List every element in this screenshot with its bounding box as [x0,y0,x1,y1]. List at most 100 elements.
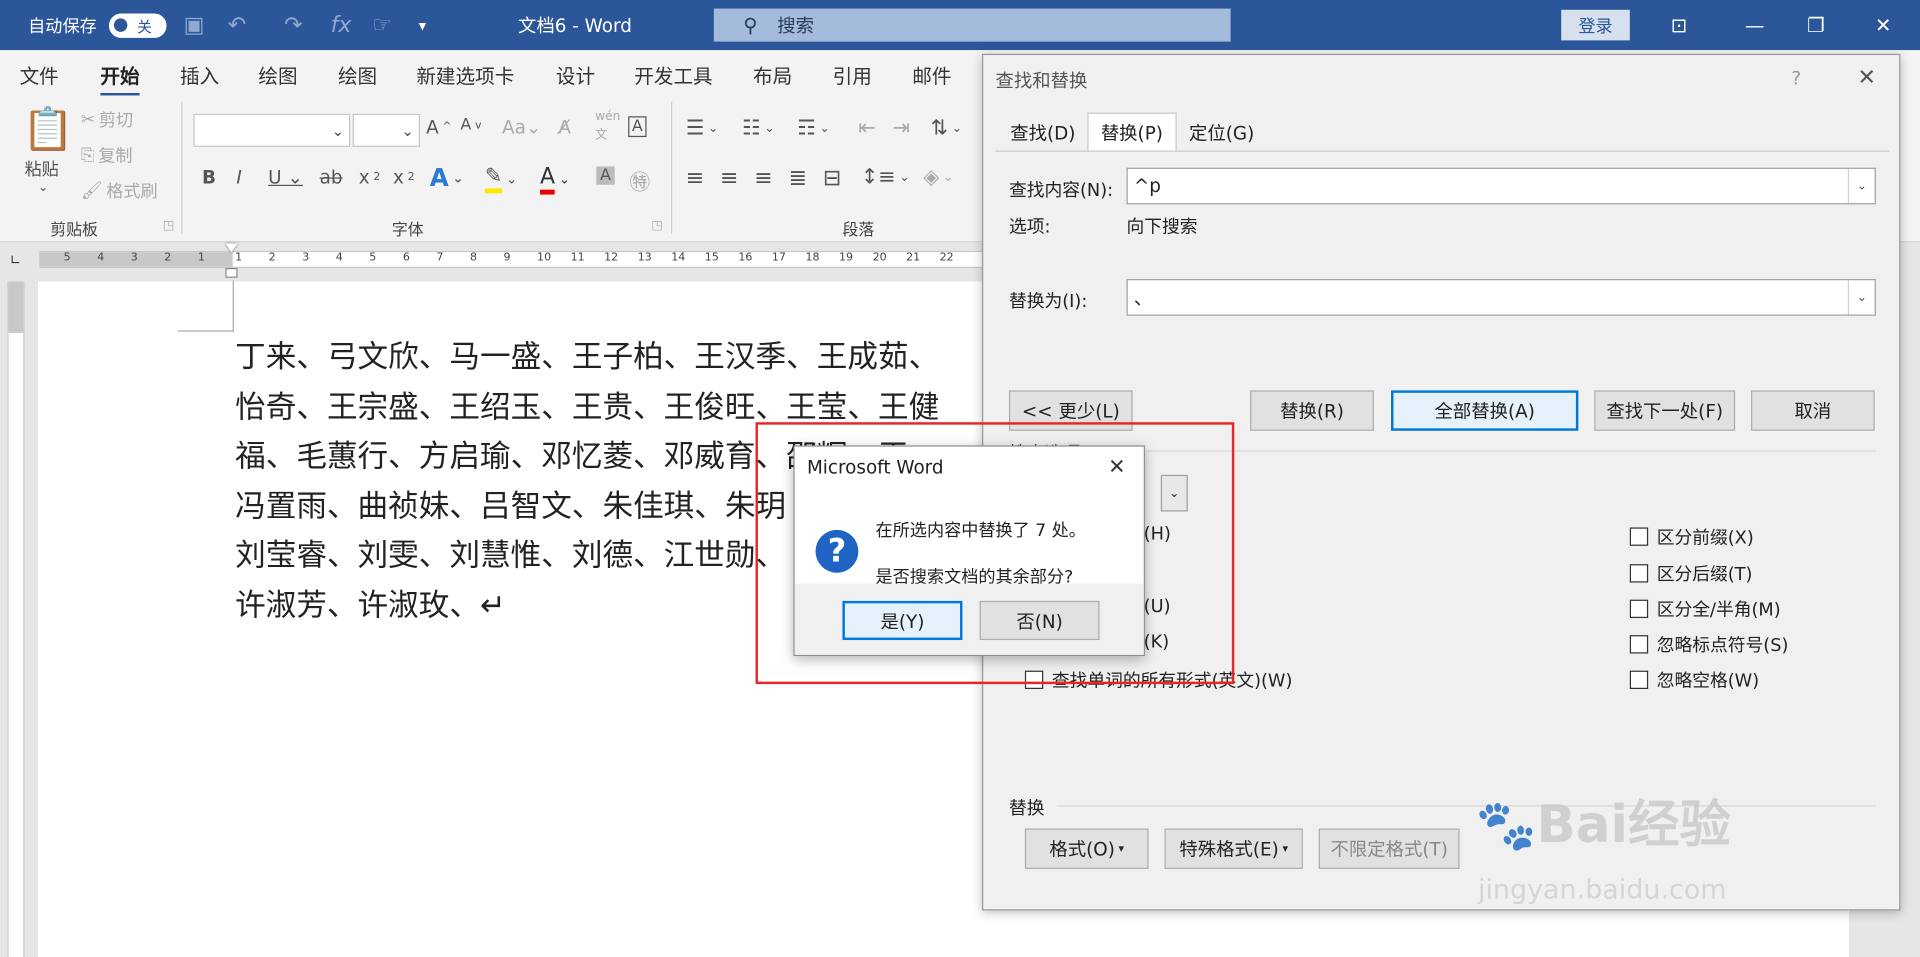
tab-references[interactable]: 引用 [833,60,872,89]
italic-icon[interactable]: I [236,166,241,188]
shrink-font-icon[interactable]: Av [460,116,481,134]
ignore-punctuation-checkbox[interactable]: 忽略标点符号(S) [1629,631,1788,657]
text-effects-icon[interactable]: A ⌄ [430,163,464,192]
bold-icon[interactable]: B [202,166,216,188]
font-launcher-icon[interactable]: ◳ [651,219,663,232]
replace-section-label: 替换 [1008,799,1045,819]
paste-icon[interactable]: 📋 [22,105,74,154]
font-color-icon[interactable]: A ⌄ [540,164,570,195]
vertical-ruler[interactable] [7,281,25,957]
cancel-button[interactable]: 取消 [1751,390,1875,431]
format-painter-button[interactable]: 🖌 格式刷 [81,179,158,203]
clear-format-icon[interactable]: A̸ [558,116,571,138]
superscript-icon[interactable]: x2 [393,166,415,188]
close-icon[interactable]: ✕ [1108,455,1125,479]
tab-file[interactable]: 文件 [20,60,59,89]
change-case-icon[interactable]: Aa⌄ [502,116,541,138]
replace-input[interactable]: 、 ⌄ [1126,279,1876,316]
tab-draw-2[interactable]: 绘图 [338,60,377,89]
restore-icon[interactable]: ❐ [1788,0,1844,50]
tab-replace[interactable]: 替换(P) [1087,112,1177,152]
decrease-indent-icon[interactable]: ⇤ [858,116,875,140]
search-box[interactable]: ⚲ 搜索 [713,8,1231,42]
tab-goto[interactable]: 定位(G) [1177,115,1267,150]
justify-icon[interactable]: ≣ [789,165,807,191]
tab-design[interactable]: 设计 [556,60,595,89]
match-suffix-checkbox[interactable]: 区分后缀(T) [1629,560,1752,586]
char-border-icon[interactable]: A [628,116,647,138]
subscript-icon[interactable]: x2 [359,166,381,188]
highlight-icon[interactable]: ✎ ⌄ [484,164,517,194]
char-shading-icon[interactable]: A [596,166,615,185]
ruler-tick-label: 7 [436,252,444,265]
align-center-icon[interactable]: ≡ [720,165,738,191]
replace-all-button[interactable]: 全部替换(A) [1391,390,1579,431]
horizontal-ruler[interactable]: 5 4 3 2 1 1 2 3 4 5 6 7 8 9 10 11 12 13 14 15 16 17 18 19 20 21 22 [39,250,983,269]
brush-icon: 🖌 [80,181,103,201]
tab-find[interactable]: 查找(D) [998,115,1088,150]
close-icon[interactable]: ✕ [1858,65,1876,91]
tab-draw[interactable]: 绘图 [258,60,297,89]
special-button[interactable]: 特殊格式(E) ▾ [1164,828,1303,869]
minimize-icon[interactable]: — [1727,0,1783,50]
function-icon[interactable]: fx [331,0,352,50]
indent-marker[interactable] [225,243,238,281]
ignore-space-checkbox[interactable]: 忽略空格(W) [1629,667,1759,693]
close-icon[interactable]: ✕ [1855,0,1911,50]
redo-icon[interactable]: ↷ [284,0,302,50]
tab-layout[interactable]: 布局 [753,60,792,89]
sort-icon[interactable]: ⇅ ⌄ [931,116,962,140]
touch-mode-icon[interactable]: ☞ [372,0,392,50]
help-icon[interactable]: ? [1791,67,1801,89]
tab-mailings[interactable]: 邮件 [912,60,951,89]
match-prefix-checkbox[interactable]: 区分前缀(X) [1629,524,1754,550]
login-button[interactable]: 登录 [1561,9,1630,41]
autosave-toggle[interactable]: 关 [108,12,167,38]
no-button[interactable]: 否(N) [979,600,1100,641]
undo-icon[interactable]: ↶ [228,0,246,50]
tab-selector-icon[interactable]: ∟ [10,252,21,268]
clipboard-launcher-icon[interactable]: ◳ [163,219,175,232]
ruler-tick-label: 9 [503,252,511,265]
multilevel-list-icon[interactable]: ☶ ⌄ [797,116,830,140]
paste-dropdown-icon[interactable]: ⌄ [38,181,48,194]
tab-developer[interactable]: 开发工具 [634,60,712,89]
shading-icon[interactable]: ◈ ⌄ [923,165,953,189]
tab-home[interactable]: 开始 [100,60,140,97]
message-box: Microsoft Word ✕ ? 在所选内容中替换了 7 处。 是否搜索文档… [793,445,1145,656]
tab-new-tab[interactable]: 新建选项卡 [416,60,514,89]
options-label: 选项: [1008,217,1051,238]
copy-button[interactable]: ⎘ 复制 [81,143,133,167]
find-history-dropdown-icon[interactable]: ⌄ [1847,168,1875,204]
find-next-button[interactable]: 查找下一处(F) [1594,390,1736,431]
align-right-icon[interactable]: ≡ [754,165,772,191]
underline-icon[interactable]: U ⌄ [268,166,303,188]
increase-indent-icon[interactable]: ⇥ [893,116,910,140]
cut-button[interactable]: ✂ 剪切 [81,108,133,132]
format-button[interactable]: 格式(O) ▾ [1024,828,1149,869]
dialog-title: 查找和替换 [995,69,1088,92]
grow-font-icon[interactable]: A ^ [426,116,451,138]
scissors-icon: ✂ [80,110,96,130]
enclose-char-icon[interactable]: ㊕ [629,165,650,195]
no-formatting-button: 不限定格式(T) [1318,828,1460,869]
distributed-icon[interactable]: ⊟ [823,165,841,191]
line-spacing-icon[interactable]: ↕≡ ⌄ [861,165,910,189]
bullets-icon[interactable]: ☰ ⌄ [686,116,719,140]
ribbon-display-icon[interactable]: ⊡ [1651,0,1707,50]
font-size-combo[interactable]: ⌄ [352,113,421,147]
font-name-combo[interactable]: ⌄ [193,113,351,147]
strikethrough-icon[interactable]: ab [320,166,343,188]
find-input[interactable]: ^p ⌄ [1126,167,1876,205]
phonetic-guide-icon[interactable]: wén 文 [595,110,620,142]
yes-button[interactable]: 是(Y) [842,600,963,641]
replace-button[interactable]: 替换(R) [1250,390,1374,431]
save-icon[interactable]: ▣ [184,0,205,50]
replace-history-dropdown-icon[interactable]: ⌄ [1847,280,1875,315]
numbering-icon[interactable]: ☷ ⌄ [742,116,775,140]
match-width-checkbox[interactable]: 区分全/半角(M) [1629,596,1781,622]
paste-button[interactable]: 粘贴 [24,157,58,181]
align-left-icon[interactable]: ≡ [686,165,704,191]
customize-qat-icon[interactable]: ▾ [419,0,426,50]
tab-insert[interactable]: 插入 [180,60,219,89]
